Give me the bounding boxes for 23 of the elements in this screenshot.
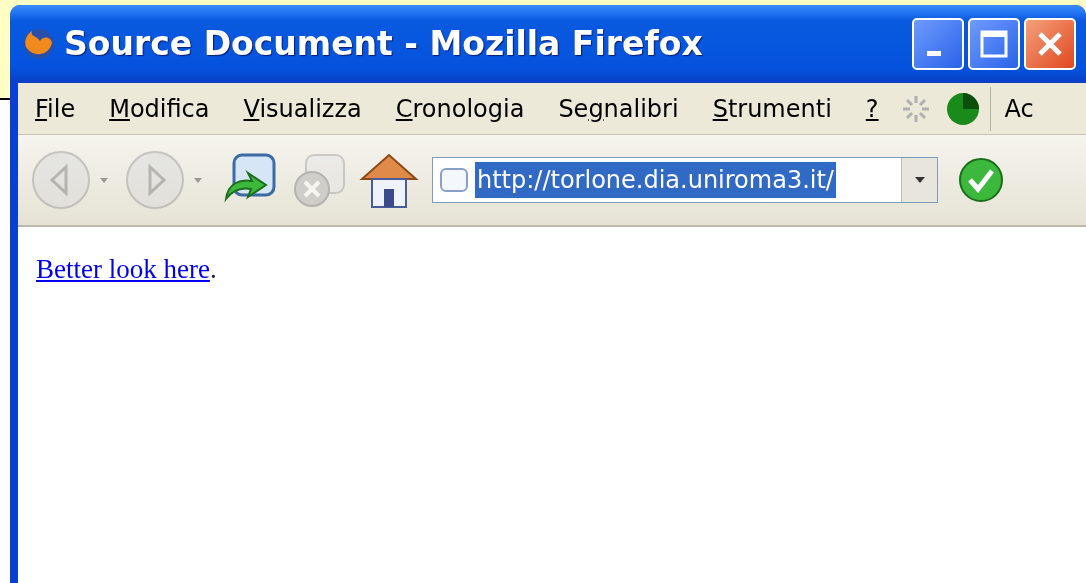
menu-item[interactable]: Modifica [92,90,227,127]
firefox-logo-icon [22,27,56,61]
status-dot-icon [945,91,980,126]
menu-item[interactable]: Cronologia [378,90,542,127]
maximize-button[interactable] [968,18,1020,70]
address-field[interactable]: http://torlone.dia.uniroma3.it/ [432,157,938,203]
page-text: . [209,254,217,284]
menu-item[interactable]: ? [848,90,896,127]
menu-item[interactable]: Segnalibri [541,90,696,127]
checkmark-icon [958,157,1004,203]
minimize-button[interactable] [912,18,964,70]
close-button[interactable] [1024,18,1076,70]
menu-item[interactable]: Visualizza [226,90,379,127]
window-title: Source Document - Mozilla Firefox [64,23,703,66]
go-button[interactable] [958,157,1004,203]
minimize-icon [927,50,941,56]
caret-icon [912,175,927,185]
page-link[interactable]: Better look here [36,254,210,284]
maximize-icon [979,29,1009,59]
menu-item[interactable]: Strumenti [695,90,849,127]
menu-item[interactable]: File [18,90,93,127]
page-icon [439,167,469,193]
toolbar-label: Ac [1003,93,1035,125]
